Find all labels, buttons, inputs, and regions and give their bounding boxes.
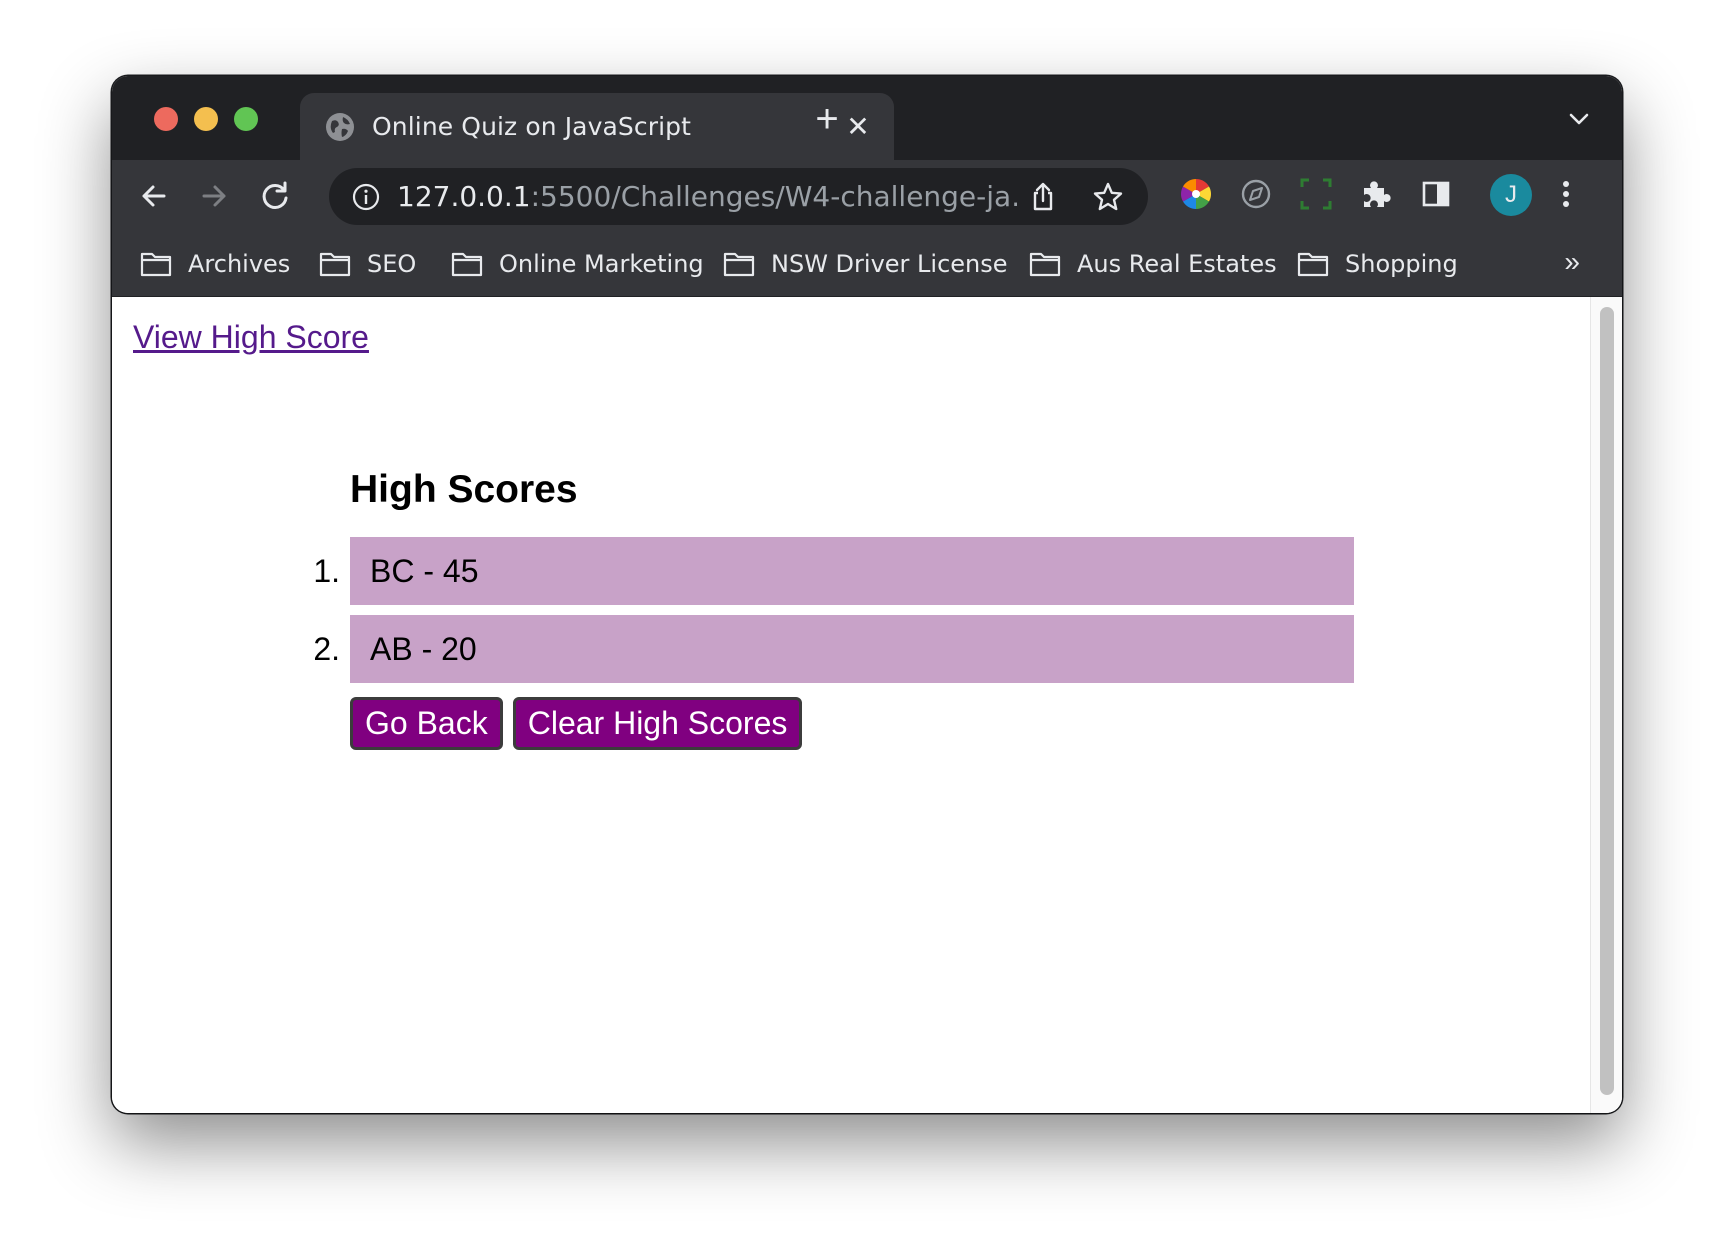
forward-arrow-icon[interactable] — [194, 176, 234, 216]
bookmark-folder-online-marketing[interactable]: Online Marketing — [451, 247, 704, 281]
list-item-score: BC - 45 — [370, 553, 479, 589]
chevron-down-icon[interactable] — [1566, 106, 1592, 132]
scrollbar[interactable] — [1590, 297, 1622, 1113]
compass-extension-icon[interactable] — [1238, 176, 1274, 212]
minimize-window-button[interactable] — [194, 107, 218, 131]
url-path: :5500/Challenges/W4-challenge-ja... — [530, 180, 1017, 213]
bookmarks-overflow-icon[interactable]: » — [1564, 245, 1580, 279]
list-item: 2. AB - 20 — [313, 615, 1354, 683]
tab-title: Online Quiz on JavaScript — [372, 112, 692, 141]
puzzle-icon[interactable] — [1358, 176, 1394, 212]
tab-strip: Online Quiz on JavaScript ✕ + — [112, 76, 1622, 160]
bookmark-folder-aus-real-estates[interactable]: Aus Real Estates — [1029, 247, 1277, 281]
folder-icon — [319, 252, 351, 277]
high-score-list: 1. BC - 45 2. AB - 20 — [313, 537, 1354, 693]
folder-icon — [451, 252, 483, 277]
list-item-rank: 1. — [313, 553, 340, 589]
side-panel-icon[interactable] — [1418, 176, 1454, 212]
bookmarks-bar: Archives SEO Online Marketing NSW Driver… — [112, 233, 1622, 297]
bookmark-label: NSW Driver License — [771, 250, 1008, 278]
view-high-score-link[interactable]: View High Score — [133, 317, 369, 357]
folder-icon — [1029, 252, 1061, 277]
clear-high-scores-button[interactable]: Clear High Scores — [512, 697, 803, 750]
bookmark-folder-seo[interactable]: SEO — [319, 247, 416, 281]
toolbar: 127.0.0.1:5500/Challenges/W4-challenge-j… — [112, 160, 1622, 233]
bookmark-label: Online Marketing — [499, 250, 704, 278]
url-host: 127.0.0.1 — [397, 180, 531, 213]
back-arrow-icon[interactable] — [134, 176, 174, 216]
close-window-button[interactable] — [154, 107, 178, 131]
zoom-window-button[interactable] — [234, 107, 258, 131]
list-item-rank: 2. — [313, 631, 340, 667]
button-row: Go Back Clear High Scores — [350, 697, 803, 750]
bookmark-folder-nsw-driver-license[interactable]: NSW Driver License — [723, 247, 1008, 281]
bookmark-label: Aus Real Estates — [1077, 250, 1277, 278]
url-text[interactable]: 127.0.0.1:5500/Challenges/W4-challenge-j… — [397, 179, 1017, 215]
bookmark-folder-shopping[interactable]: Shopping — [1297, 247, 1458, 281]
bookmark-star-icon[interactable] — [1091, 180, 1125, 214]
share-icon[interactable] — [1028, 181, 1058, 213]
page-title: High Scores — [350, 468, 578, 511]
folder-icon — [140, 252, 172, 277]
scrollbar-thumb[interactable] — [1600, 307, 1614, 1095]
browser-window: Online Quiz on JavaScript ✕ + 127.0.0.1:… — [112, 76, 1622, 1113]
folder-icon — [1297, 252, 1329, 277]
reload-icon[interactable] — [255, 176, 295, 216]
list-item-score: AB - 20 — [370, 631, 477, 667]
screenshot-extension-icon[interactable] — [1298, 176, 1334, 212]
folder-icon — [723, 252, 755, 277]
address-bar[interactable]: 127.0.0.1:5500/Challenges/W4-challenge-j… — [329, 168, 1148, 225]
bookmark-label: SEO — [367, 250, 417, 278]
list-item: 1. BC - 45 — [313, 537, 1354, 605]
bookmark-folder-archives[interactable]: Archives — [140, 247, 290, 281]
info-icon[interactable] — [351, 182, 381, 212]
profile-avatar[interactable]: J — [1490, 174, 1532, 216]
tab-active[interactable]: Online Quiz on JavaScript ✕ — [300, 93, 894, 160]
new-tab-button[interactable]: + — [809, 99, 845, 139]
page-viewport: View High Score High Scores 1. BC - 45 2… — [112, 297, 1622, 1113]
tab-close-icon[interactable]: ✕ — [842, 111, 874, 143]
bookmark-label: Shopping — [1345, 250, 1458, 278]
color-picker-extension-icon[interactable] — [1178, 176, 1214, 212]
globe-icon — [326, 113, 354, 141]
kebab-menu-icon[interactable] — [1548, 176, 1584, 212]
bookmark-label: Archives — [188, 250, 291, 278]
go-back-button[interactable]: Go Back — [350, 697, 503, 750]
